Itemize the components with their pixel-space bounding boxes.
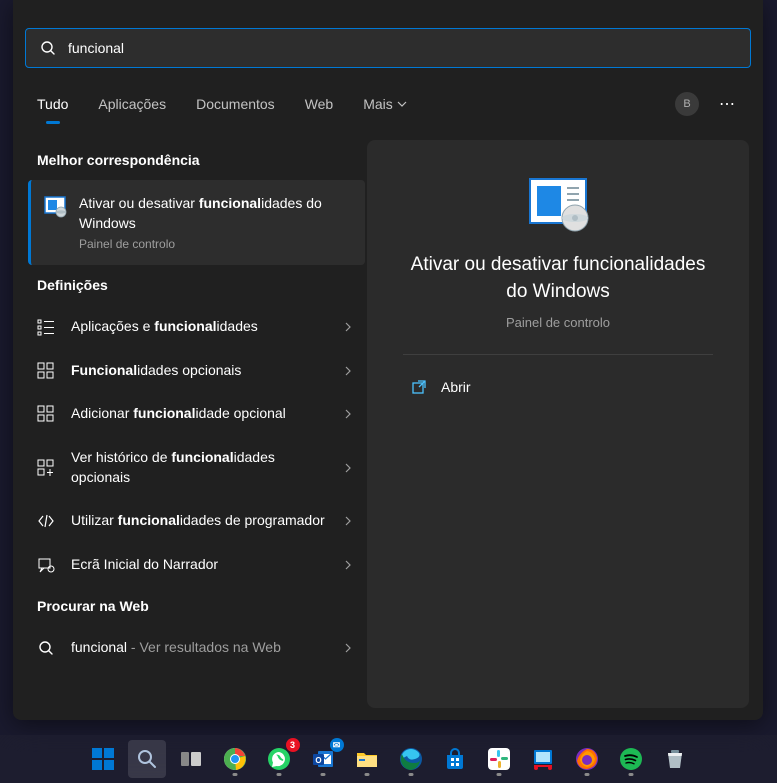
web-search-item[interactable]: funcional - Ver resultados na Web [25, 626, 365, 670]
settings-item-4[interactable]: Utilizar funcionalidades de programador [25, 499, 365, 543]
taskview-icon[interactable] [172, 740, 210, 778]
outlook-icon[interactable]: O ✉ [304, 740, 342, 778]
settings-item-1[interactable]: Funcionalidades opcionais [25, 349, 365, 393]
chevron-down-icon [397, 99, 407, 109]
chevron-right-icon [343, 640, 353, 656]
divider [403, 354, 713, 355]
search-icon [40, 40, 56, 56]
best-match-subtitle: Painel de controlo [79, 237, 353, 251]
chevron-right-icon [343, 460, 353, 476]
open-icon [411, 379, 427, 395]
start-button[interactable] [84, 740, 122, 778]
slack-icon[interactable] [480, 740, 518, 778]
settings-item-label: Ecrã Inicial do Narrador [71, 555, 327, 575]
spotify-icon[interactable] [612, 740, 650, 778]
search-box[interactable] [25, 28, 751, 68]
search-input[interactable] [68, 40, 736, 56]
chevron-right-icon [343, 319, 353, 335]
chevron-right-icon [343, 557, 353, 573]
settings-item-icon [37, 405, 55, 423]
open-action[interactable]: Abrir [403, 369, 713, 405]
settings-item-5[interactable]: Ecrã Inicial do Narrador [25, 543, 365, 587]
settings-item-icon [37, 512, 55, 530]
more-options[interactable]: ⋯ [715, 90, 739, 118]
store-icon[interactable] [436, 740, 474, 778]
settings-item-3[interactable]: Ver histórico de funcionalidades opciona… [25, 436, 365, 499]
whatsapp-badge: 3 [286, 738, 300, 752]
settings-item-icon [37, 318, 55, 336]
settings-item-label: Funcionalidades opcionais [71, 361, 327, 381]
settings-item-label: Utilizar funcionalidades de programador [71, 511, 327, 531]
results-column: Melhor correspondência Ativar ou desativ… [13, 128, 365, 720]
best-match-item[interactable]: Ativar ou desativar funcionalidades do W… [28, 180, 365, 265]
preview-card: Ativar ou desativar funcionalidades do W… [367, 140, 749, 708]
tab-apps[interactable]: Aplicações [98, 86, 166, 122]
outlook-badge: ✉ [330, 738, 344, 752]
section-best-match: Melhor correspondência [25, 140, 365, 180]
preview-subtitle: Painel de controlo [506, 315, 610, 330]
search-panel: Tudo Aplicações Documentos Web Mais B ⋯ … [13, 0, 763, 720]
settings-item-label: Ver histórico de funcionalidades opciona… [71, 448, 327, 487]
search-taskbar-icon[interactable] [128, 740, 166, 778]
firefox-icon[interactable] [568, 740, 606, 778]
features-icon [43, 194, 67, 218]
explorer-icon[interactable] [348, 740, 386, 778]
preview-title: Ativar ou desativar funcionalidades do W… [403, 252, 713, 305]
settings-item-icon [37, 459, 55, 477]
chevron-right-icon [343, 513, 353, 529]
settings-item-icon [37, 556, 55, 574]
snip-icon[interactable] [524, 740, 562, 778]
web-item-label: funcional - Ver resultados na Web [71, 638, 327, 658]
svg-text:O: O [315, 756, 321, 765]
search-row [13, 0, 763, 80]
tab-more[interactable]: Mais [363, 86, 407, 122]
chevron-right-icon [343, 406, 353, 422]
recycle-bin-icon[interactable] [656, 740, 694, 778]
tab-all[interactable]: Tudo [37, 86, 68, 122]
tabs-row: Tudo Aplicações Documentos Web Mais B ⋯ [13, 80, 763, 128]
settings-item-label: Aplicações e funcionalidades [71, 317, 327, 337]
tab-web[interactable]: Web [305, 86, 334, 122]
open-label: Abrir [441, 379, 471, 395]
chevron-right-icon [343, 363, 353, 379]
section-settings: Definições [25, 265, 365, 305]
settings-item-label: Adicionar funcionalidade opcional [71, 404, 327, 424]
tab-more-label: Mais [363, 96, 393, 112]
taskbar: 3 O ✉ [0, 735, 777, 783]
settings-item-0[interactable]: Aplicações e funcionalidades [25, 305, 365, 349]
chrome-icon[interactable] [216, 740, 254, 778]
features-icon [527, 176, 589, 232]
tab-docs[interactable]: Documentos [196, 86, 275, 122]
section-web: Procurar na Web [25, 586, 365, 626]
edge-icon[interactable] [392, 740, 430, 778]
preview-column: Ativar ou desativar funcionalidades do W… [365, 128, 763, 720]
settings-item-icon [37, 362, 55, 380]
user-avatar[interactable]: B [675, 92, 699, 116]
best-match-title: Ativar ou desativar funcionalidades do W… [79, 194, 353, 233]
settings-item-2[interactable]: Adicionar funcionalidade opcional [25, 392, 365, 436]
whatsapp-icon[interactable]: 3 [260, 740, 298, 778]
search-icon [37, 639, 55, 657]
